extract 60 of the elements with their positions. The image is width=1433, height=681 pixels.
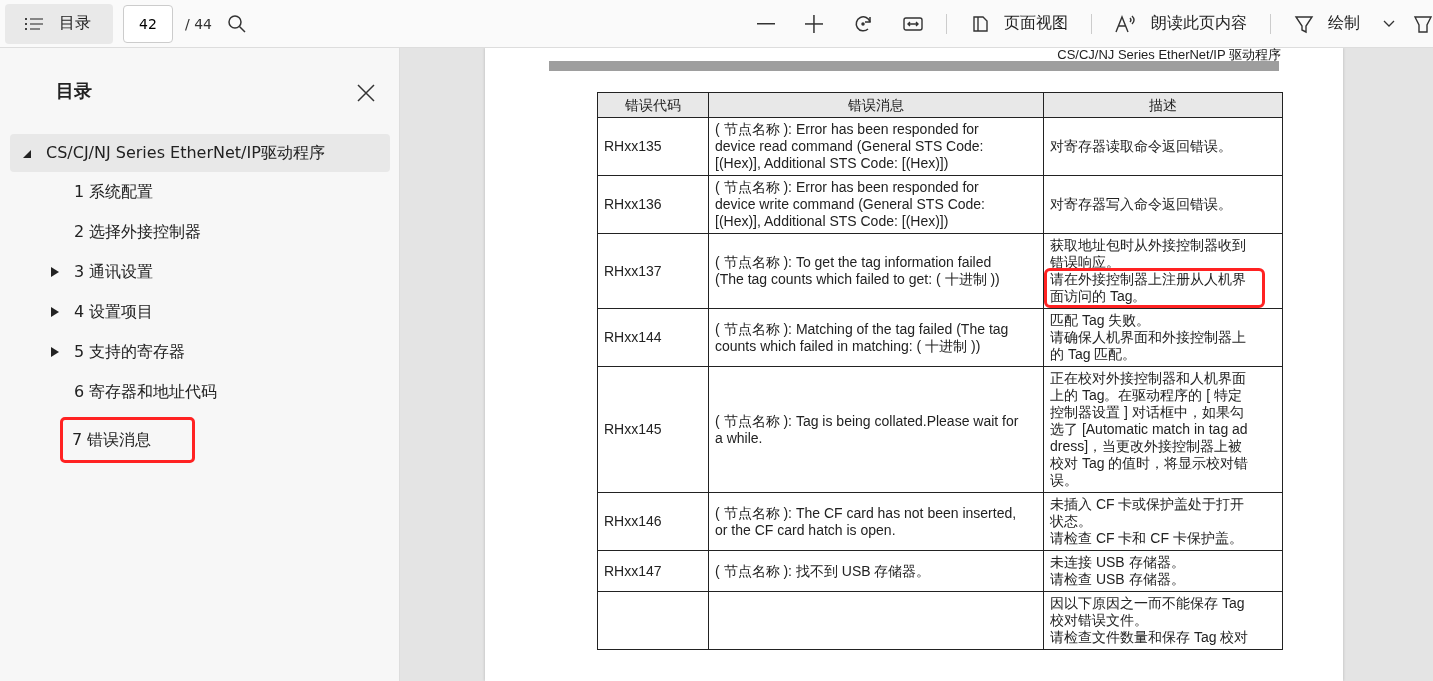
error-code-cell: RHxx137 — [597, 233, 709, 309]
fit-width-icon[interactable] — [903, 15, 923, 32]
outline-item[interactable]: 7 错误消息 — [60, 417, 195, 463]
error-code-cell: RHxx136 — [597, 175, 709, 234]
page-number-field[interactable]: 42 — [123, 4, 173, 43]
description-text: 未连接 USB 存储器。 — [1050, 554, 1186, 571]
error-message-cell: ( 节点名称 ): Error has been responded for device write command (General STS Code: [(Hex)], Additional STS Code: [(Hex)]) — [708, 175, 1044, 234]
running-header: CS/CJ/NJ Series EtherNet/IP 驱动程序 — [1057, 48, 1281, 61]
error-message-cell: ( 节点名称 ): The CF card has not been inserted, or the CF card hatch is open. — [708, 492, 1044, 551]
chevron-down-icon[interactable] — [1383, 19, 1395, 28]
error-code-cell: RHxx144 — [597, 308, 709, 367]
toc-button[interactable]: 目录 — [5, 3, 113, 44]
error-message-cell: ( 节点名称 ): Error has been responded for device read command (General STS Code: [(Hex)], Additional STS Code: [(Hex)]) — [708, 117, 1044, 176]
sidebar-title: 目录 — [56, 79, 92, 103]
description-text: 匹配 Tag 失败。 — [1050, 312, 1152, 329]
collapsed-triangle-icon[interactable] — [50, 266, 60, 278]
description-text: 请确保人机界面和外接控制器上的 Tag 匹配。 — [1050, 329, 1247, 363]
description-text: 请检查 CF 卡和 CF 卡保护盖。 — [1050, 530, 1244, 547]
error-code-cell: RHxx145 — [597, 366, 709, 493]
description-text: 请检查文件数量和保存 Tag 校对 — [1050, 629, 1250, 646]
close-icon[interactable] — [357, 84, 375, 102]
draw-icon — [1294, 13, 1314, 34]
zoom-out-icon[interactable] — [757, 22, 775, 25]
zoom-in-icon[interactable] — [805, 14, 823, 33]
description-text: 未插入 CF 卡或保护盖处于打开状态。 — [1050, 496, 1246, 530]
outline-item[interactable]: 2 选择外接控制器 — [10, 212, 202, 252]
page-total: / 44 — [185, 15, 212, 32]
error-message-cell: ( 节点名称 ): To get the tag information failed (The tag counts which failed to get: ( 十进制 )) — [708, 233, 1044, 309]
description-text: 因以下原因之一而不能保存 Tag 校对错误文件。 — [1050, 595, 1246, 629]
error-message-cell: ( 节点名称 ): Matching of the tag failed (The tag counts which failed in matching: ( 十进制 )) — [708, 308, 1044, 367]
description-text: 对寄存器读取命令返回错误。 — [1050, 138, 1233, 155]
draw-button[interactable]: 绘制 — [1279, 5, 1375, 42]
outline-item[interactable]: 1 系统配置 — [10, 172, 154, 212]
error-code-cell: RHxx135 — [597, 117, 709, 176]
description-text: 正在校对外接控制器和人机界面上的 Tag。在驱动程序的 [ 特定控制器设置 ] 对话框中，如果勾选了 [Automatic match in tag address]，当更改外接控制器上被校对 Tag 的值时，将显示校对错误。 — [1050, 370, 1250, 489]
column-header: 错误代码 — [597, 92, 709, 118]
rotate-icon[interactable] — [853, 13, 873, 34]
outline-item[interactable]: 4 设置项目 — [10, 292, 154, 332]
collapsed-triangle-icon[interactable] — [50, 346, 60, 358]
collapsed-triangle-icon[interactable] — [50, 306, 60, 318]
outline-item[interactable]: CS/CJ/NJ Series EtherNet/IP驱动程序 — [10, 134, 390, 172]
page-view-icon — [970, 14, 990, 33]
read-aloud-button[interactable]: 朗读此页内容 — [1100, 5, 1262, 42]
outline-item[interactable]: 6 寄存器和地址代码 — [10, 372, 218, 412]
error-message-cell: ( 节点名称 ): 找不到 USB 存储器。 — [708, 550, 1044, 592]
outline-item[interactable]: 3 通讯设置 — [10, 252, 154, 292]
description-text: 请检查 USB 存储器。 — [1050, 571, 1186, 588]
error-code-cell: RHxx146 — [597, 492, 709, 551]
description-text: 请在外接控制器上注册从人机界面访问的 Tag。 — [1047, 271, 1262, 305]
column-header: 错误消息 — [708, 92, 1044, 118]
column-header: 描述 — [1043, 92, 1283, 118]
outline-item[interactable]: 5 支持的寄存器 — [10, 332, 186, 372]
error-message-cell: ( 节点名称 ): Tag is being collated.Please wait for a while. — [708, 366, 1044, 493]
highlighter-icon[interactable] — [1413, 13, 1433, 34]
description-text: 对寄存器写入命令返回错误。 — [1050, 196, 1233, 213]
error-code-cell: RHxx147 — [597, 550, 709, 592]
read-aloud-icon — [1115, 14, 1137, 33]
list-icon — [25, 16, 45, 31]
search-icon[interactable] — [227, 13, 247, 34]
page-view-button[interactable]: 页面视图 — [955, 5, 1083, 42]
